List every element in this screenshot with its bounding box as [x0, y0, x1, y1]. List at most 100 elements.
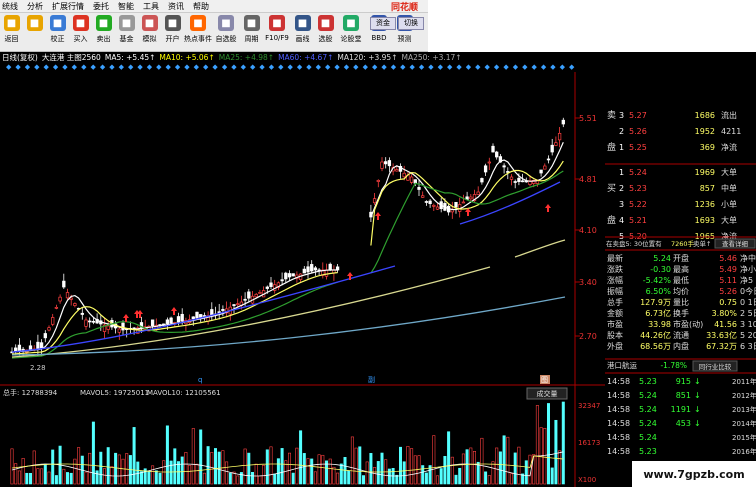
candle: [284, 272, 288, 280]
menu-item-2[interactable]: 扩展行情: [52, 1, 84, 12]
candle: [39, 342, 44, 349]
volume-bar: [114, 452, 118, 485]
volume-bar: [432, 435, 436, 485]
chart-area[interactable]: 5.51 4.81 4.10 3.40 2.70 2.28 q 副 图总手: 12788394 M…: [0, 52, 605, 487]
volume-bar: [99, 451, 103, 485]
volume-bar: [265, 449, 269, 485]
toolbar-button-11[interactable]: ■ F10/F9: [264, 15, 290, 42]
ma-legend-2: MA5: +5.45↑: [104, 53, 156, 62]
volume-bar: [169, 460, 173, 485]
menu-bar: 统线 分析 扩展行情 委托 智能 工具 资讯 帮助 同花顺: [0, 0, 428, 13]
volume-bar: [106, 447, 110, 485]
candle: [461, 201, 466, 204]
tick-price: 5.24: [639, 391, 657, 400]
volume-indicator-label: 成交量: [537, 389, 558, 398]
toolbar-button-10[interactable]: ■ 周期: [241, 15, 262, 44]
toolbar-button-13[interactable]: ■ 选股: [315, 15, 336, 44]
toolbar-button-1[interactable]: ■: [24, 15, 45, 34]
volume-bar: [498, 451, 502, 485]
volume-bar: [509, 473, 513, 485]
volume-bar: [258, 475, 262, 485]
menu-item-5[interactable]: 工具: [143, 1, 159, 12]
menu-item-0[interactable]: 统线: [2, 1, 18, 12]
toolbar-button-9[interactable]: ■ 自选股: [213, 15, 239, 44]
candle: [550, 144, 554, 153]
industry-compare-label: 同行业比较: [699, 362, 732, 371]
quote-label: 最高: [673, 264, 689, 274]
volume-bar: [66, 472, 70, 485]
fund-flow-label: 2 5日: [740, 309, 756, 318]
toolbar-button-8[interactable]: ■ 热点事件: [184, 15, 212, 44]
price-axis-label: 4.81: [579, 175, 597, 184]
fund-button[interactable]: 资金: [370, 17, 396, 30]
toolbar-button-4[interactable]: ■ 卖出: [93, 15, 114, 44]
menu-item-6[interactable]: 资讯: [168, 1, 184, 12]
toolbar-button-3[interactable]: ■ 买入: [70, 15, 91, 44]
toolbar-button-7[interactable]: ■ 开户: [162, 15, 183, 44]
sector-name: 港口航运: [607, 360, 637, 370]
tick-direction-icon: ↓: [694, 391, 701, 400]
toolbar-button-2[interactable]: ■ 校正: [47, 15, 68, 44]
candle: [195, 311, 199, 319]
menu-item-3[interactable]: 委托: [93, 1, 109, 12]
volume-bar: [184, 452, 188, 485]
toolbar-button-14[interactable]: ■ 论股堂: [338, 15, 364, 44]
candle: [54, 306, 59, 309]
candle: [91, 320, 96, 323]
date-mark: 副: [368, 375, 375, 384]
volume-bar: [410, 448, 414, 485]
order-side-label: 买: [607, 183, 616, 194]
candle: [88, 320, 92, 323]
volume-bar: [502, 435, 506, 485]
toolbar-button-5[interactable]: ■ 基金: [116, 15, 137, 44]
candle: [546, 158, 551, 161]
volume-bar: [310, 458, 314, 485]
volume-bar: [36, 468, 40, 485]
candle: [328, 263, 332, 271]
pending-order-volume: 7260手: [671, 239, 695, 248]
volume-bar: [306, 458, 310, 485]
order-price: 5.23: [629, 184, 647, 193]
tick-price: 5.23: [639, 447, 657, 456]
quote-label: 涨幅: [607, 275, 623, 285]
toolbar-button-12[interactable]: ■ 画线: [292, 15, 313, 44]
volume-bar: [299, 430, 303, 485]
volume-bar: [387, 468, 391, 485]
volume-bar: [550, 467, 554, 485]
candle: [495, 151, 499, 158]
fund-flow-label: 6 3日: [740, 342, 756, 351]
quote-panel-grid: 卖 3 5.27 1686 流出2 5.26 1952 4211盘 1 5.25 369 净流1 5.2…: [605, 110, 756, 456]
volume-bar: [443, 456, 447, 485]
volume-bar: [21, 457, 25, 485]
volume-bar: [350, 436, 354, 485]
event-diamond-row[interactable]: ◆◆◆◆◆◆◆◆◆◆◆◆◆◆◆◆◆◆◆◆◆◆◆◆◆◆◆◆◆◆◆◆◆◆◆◆◆◆◆◆…: [0, 63, 605, 72]
menu-item-4[interactable]: 智能: [118, 1, 134, 12]
candle: [517, 177, 521, 183]
volume-bar: [447, 431, 451, 485]
toolbar-label: 买入: [73, 35, 88, 43]
view-detail-label: 查看详细: [722, 239, 749, 248]
volume-bar: [236, 475, 240, 485]
menu-item-1[interactable]: 分析: [27, 1, 43, 12]
candle: [80, 312, 84, 315]
candle: [247, 291, 251, 299]
candle: [62, 280, 66, 288]
menu-item-7[interactable]: 帮助: [193, 1, 209, 12]
switch-button[interactable]: 切换: [398, 17, 424, 30]
kline-chart[interactable]: 5.51 4.81 4.10 3.40 2.70 2.28 q 副 图总手: 12788394 M…: [0, 52, 605, 487]
quote-value: 44.26亿: [640, 330, 671, 340]
date-mark: 图: [541, 376, 548, 384]
volume-bar: [461, 453, 465, 485]
candle: [384, 161, 388, 165]
fund-flow-label: 净小: [740, 264, 756, 274]
toolbar-button-6[interactable]: ■ 模拟: [139, 15, 160, 44]
candle: [176, 316, 181, 323]
tick-direction-icon: ↓: [694, 405, 701, 414]
toolbar: ■ 返回 ■ ■ 校正 ■ 买入 ■ 卖出 ■ 基金 ■ 模拟 ■ 开户 ■ 热点事件 ■ 自选股 ■ 周期 ■ F10/F…: [0, 13, 428, 52]
tick-time: 14:58: [607, 391, 630, 400]
toolbar-label: BBD: [371, 34, 387, 42]
toolbar-button-0[interactable]: ■ 返回: [1, 15, 22, 44]
volume-bar: [165, 425, 169, 485]
order-price: 5.22: [629, 200, 647, 209]
quote-value: 5.49: [719, 265, 737, 274]
